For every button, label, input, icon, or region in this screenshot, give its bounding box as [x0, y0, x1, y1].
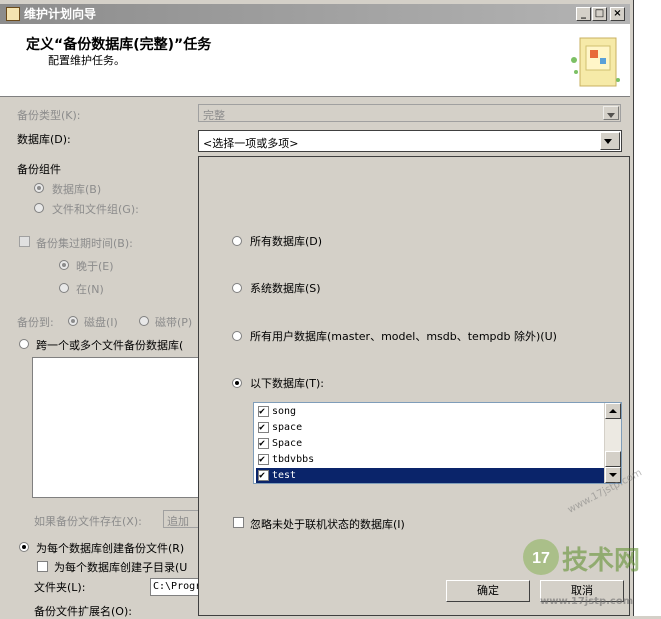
list-item[interactable]: tbdvbbs — [256, 452, 604, 468]
ignore-offline-checkbox[interactable] — [233, 517, 244, 528]
if-exists-combo[interactable]: 追加 — [163, 510, 200, 528]
all-databases-radio[interactable] — [232, 236, 242, 246]
wizard-header: 定义“备份数据库(完整)”任务 配置维护任务。 — [0, 24, 630, 97]
per-db-file-radio[interactable] — [19, 542, 29, 552]
window-title: 维护计划向导 — [24, 7, 97, 21]
list-item[interactable]: song — [256, 404, 604, 420]
database-name: song — [272, 406, 297, 417]
backup-type-value: 完整 — [203, 109, 225, 122]
backup-to-disk-radio[interactable] — [68, 316, 78, 326]
backup-component-label: 备份组件 — [17, 163, 61, 176]
backup-to-label: 备份到: — [17, 316, 54, 329]
page-title: 定义“备份数据库(完整)”任务 — [26, 37, 212, 53]
these-databases-label: 以下数据库(T): — [250, 377, 325, 390]
ok-button[interactable]: 确定 — [446, 580, 530, 602]
watermark-logo-number: 17 — [532, 550, 550, 567]
component-database-radio[interactable] — [34, 183, 44, 193]
folder-value: C:\Progr — [153, 581, 202, 592]
background-strip — [630, 0, 661, 616]
database-checkbox[interactable] — [258, 436, 269, 452]
minimize-button[interactable]: _ — [576, 7, 591, 21]
database-combo[interactable]: <选择一项或多项> — [198, 130, 622, 152]
expire-after-radio[interactable] — [59, 260, 69, 270]
component-files-radio[interactable] — [34, 203, 44, 213]
listbox-scrollbar[interactable] — [604, 403, 621, 483]
maximize-button[interactable]: □ — [592, 7, 607, 21]
per-db-subdir-checkbox[interactable] — [37, 561, 48, 572]
expire-after-label: 晚于(E) — [76, 260, 114, 273]
backup-to-tape-label: 磁带(P) — [155, 316, 193, 329]
ignore-offline-label: 忽略未处于联机状态的数据库(I) — [250, 518, 405, 531]
list-item[interactable]: Space — [256, 436, 604, 452]
database-name: Space — [272, 438, 303, 449]
expire-label: 备份集过期时间(B): — [36, 237, 133, 250]
database-listbox[interactable]: song space Space tbdvbbs test — [253, 402, 622, 484]
watermark-logo-text: 技术网 — [562, 546, 641, 576]
scroll-up-button[interactable] — [605, 403, 621, 419]
user-databases-label: 所有用户数据库(master、model、msdb、tempdb 除外)(U) — [250, 330, 557, 343]
component-files-label: 文件和文件组(G): — [52, 203, 139, 216]
folder-input[interactable]: C:\Progr — [150, 578, 202, 596]
span-files-radio[interactable] — [19, 339, 29, 349]
chevron-up-icon — [609, 409, 617, 413]
scroll-thumb[interactable] — [605, 451, 621, 467]
watermark-url: www.17jstp.com — [540, 596, 634, 607]
database-checkbox[interactable] — [258, 452, 269, 468]
backup-to-disk-label: 磁盘(I) — [84, 316, 118, 329]
per-db-subdir-label: 为每个数据库创建子目录(U — [54, 561, 188, 574]
database-name: test — [272, 470, 297, 481]
if-exists-value: 追加 — [167, 515, 189, 528]
database-value: <选择一项或多项> — [203, 137, 299, 150]
database-checkbox[interactable] — [258, 404, 269, 420]
database-label: 数据库(D): — [17, 133, 71, 146]
watermark-logo-icon: 17 — [523, 539, 559, 575]
all-databases-label: 所有数据库(D) — [250, 235, 323, 248]
database-name: tbdvbbs — [272, 454, 315, 465]
title-bar: 维护计划向导 _ □ × — [0, 4, 630, 24]
user-databases-radio[interactable] — [232, 331, 242, 341]
extension-label: 备份文件扩展名(O): — [34, 605, 132, 618]
system-databases-radio[interactable] — [232, 283, 242, 293]
expire-checkbox[interactable] — [19, 236, 30, 247]
component-database-label: 数据库(B) — [52, 183, 102, 196]
per-db-file-label: 为每个数据库创建备份文件(R) — [36, 542, 185, 555]
list-item[interactable]: space — [256, 420, 604, 436]
page-subtitle: 配置维护任务。 — [48, 54, 125, 67]
database-checkbox[interactable] — [258, 420, 269, 436]
expire-on-radio[interactable] — [59, 283, 69, 293]
backup-type-label: 备份类型(K): — [17, 109, 81, 122]
app-icon — [6, 7, 20, 21]
wizard-logo-icon — [571, 37, 620, 87]
backup-type-combo: 完整 — [198, 104, 621, 122]
if-exists-label: 如果备份文件存在(X): — [34, 515, 142, 528]
folder-label: 文件夹(L): — [34, 581, 86, 594]
system-databases-label: 系统数据库(S) — [250, 282, 321, 295]
database-name: space — [272, 422, 303, 433]
list-item[interactable]: test — [256, 468, 604, 483]
database-checkbox[interactable] — [258, 468, 269, 483]
backup-files-list[interactable] — [32, 357, 200, 498]
close-button[interactable]: × — [610, 7, 625, 21]
chevron-down-icon[interactable] — [600, 132, 620, 150]
backup-to-tape-radio[interactable] — [139, 316, 149, 326]
chevron-down-icon — [603, 106, 619, 120]
span-files-label: 跨一个或多个文件备份数据库( — [36, 339, 184, 352]
these-databases-radio[interactable] — [232, 378, 242, 388]
expire-on-label: 在(N) — [76, 283, 104, 296]
